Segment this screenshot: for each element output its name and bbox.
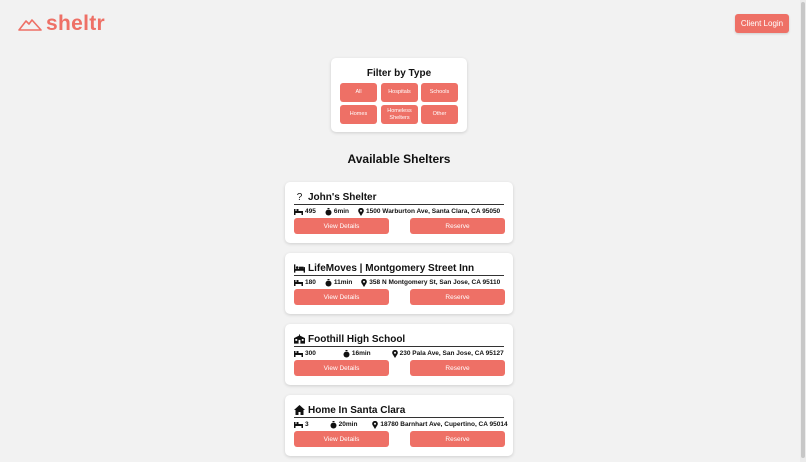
question-icon: ?: [296, 191, 303, 203]
beds-icon: [294, 350, 303, 357]
travel-time-value: 16min: [351, 350, 371, 357]
shelter-stats: 300 16min 230 Pala Ave, San Jose, CA 951…: [294, 349, 513, 358]
view-details-button[interactable]: View Details: [294, 289, 389, 305]
shelter-name: LifeMoves | Montgomery Street Inn: [308, 262, 475, 274]
capacity-value: 495: [305, 208, 316, 215]
scrollbar-thumb[interactable]: [801, 2, 805, 458]
shelter-name: Home In Santa Clara: [308, 404, 406, 416]
location-pin-icon: [361, 278, 368, 287]
filter-title: Filter by Type: [366, 68, 432, 79]
shelter-card: Foothill High School 300 16min 230 Pala …: [285, 324, 513, 385]
reserve-button[interactable]: Reserve: [410, 218, 505, 234]
beds-icon: [294, 421, 303, 428]
card-header: Foothill High School: [294, 332, 504, 347]
card-header: ? John's Shelter: [294, 190, 504, 205]
address-value: 1500 Warburton Ave, Santa Clara, CA 9505…: [366, 208, 501, 215]
logo[interactable]: sheltr: [18, 12, 105, 36]
shelter-card: Home In Santa Clara 3 20min 18780 Barnha…: [285, 395, 513, 456]
view-details-button[interactable]: View Details: [294, 431, 389, 447]
card-header: Home In Santa Clara: [294, 403, 504, 418]
location-pin-icon: [391, 349, 398, 358]
address-value: 358 N Montgomery St, San Jose, CA 95110: [369, 279, 501, 286]
travel-time-value: 6min: [333, 208, 350, 215]
shelter-card: ? John's Shelter 495 6min 1500 Warburton…: [285, 182, 513, 243]
beds-icon: [294, 208, 303, 215]
address-value: 230 Pala Ave, San Jose, CA 95127: [399, 350, 504, 357]
shelter-stats: 3 20min 18780 Barnhart Ave, Cupertino, C…: [294, 420, 517, 429]
travel-time-value: 20min: [338, 421, 358, 428]
home-icon: [294, 405, 305, 416]
filter-hospitals-button[interactable]: Hospitals: [381, 83, 418, 102]
reserve-button[interactable]: Reserve: [410, 289, 505, 305]
capacity-value: 180: [305, 279, 316, 286]
card-header: LifeMoves | Montgomery Street Inn: [294, 261, 504, 276]
filter-all-button[interactable]: All: [340, 83, 377, 102]
shelter-card: LifeMoves | Montgomery Street Inn 180 11…: [285, 253, 513, 314]
address-value: 18780 Barnhart Ave, Cupertino, CA 95014: [380, 421, 508, 428]
scrollbar[interactable]: [800, 0, 806, 462]
shelter-stats: 180 11min 358 N Montgomery St, San Jose,…: [294, 278, 509, 287]
location-pin-icon: [358, 207, 364, 216]
bed-icon: [294, 263, 305, 274]
filter-homes-button[interactable]: Homes: [340, 105, 377, 124]
filter-schools-button[interactable]: Schools: [421, 83, 458, 102]
reserve-button[interactable]: Reserve: [410, 360, 505, 376]
stopwatch-icon: [343, 349, 350, 358]
brand-name: sheltr: [46, 12, 105, 35]
travel-time-value: 11min: [333, 279, 353, 286]
view-details-button[interactable]: View Details: [294, 218, 389, 234]
capacity-value: 300: [305, 350, 316, 357]
filter-panel: Filter by Type All Hospitals Schools Hom…: [331, 58, 467, 132]
capacity-value: 3: [305, 421, 309, 428]
filter-homeless-shelters-button[interactable]: Homeless Shelters: [381, 105, 418, 124]
filter-other-button[interactable]: Other: [421, 105, 458, 124]
reserve-button[interactable]: Reserve: [410, 431, 505, 447]
school-icon: [294, 334, 305, 345]
client-login-button[interactable]: Client Login: [735, 14, 789, 33]
stopwatch-icon: [325, 278, 332, 287]
shelter-stats: 495 6min 1500 Warburton Ave, Santa Clara…: [294, 207, 509, 216]
shelter-name: John's Shelter: [308, 191, 377, 203]
section-title: Available Shelters: [347, 152, 451, 166]
beds-icon: [294, 279, 303, 286]
view-details-button[interactable]: View Details: [294, 360, 389, 376]
shelter-name: Foothill High School: [308, 333, 406, 345]
mountain-logo-icon: [18, 18, 42, 31]
stopwatch-icon: [330, 420, 337, 429]
stopwatch-icon: [325, 207, 332, 216]
location-pin-icon: [372, 420, 379, 429]
